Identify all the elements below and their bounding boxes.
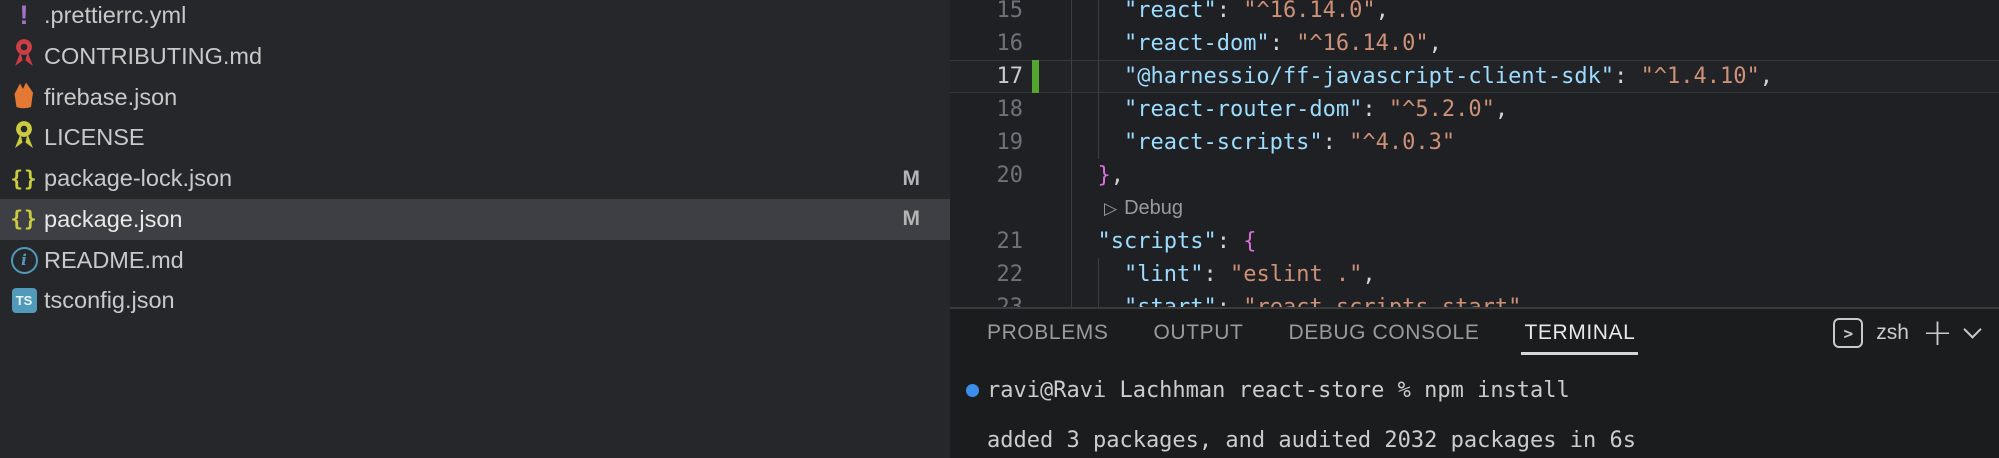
- code-line-23[interactable]: 23 "start": "react-scripts start",: [950, 291, 1999, 307]
- code-line-16[interactable]: 16 "react-dom": "^16.14.0",: [950, 27, 1999, 60]
- code-text: "react-scripts": "^4.0.3": [1071, 126, 1455, 159]
- file-icon-slot: {}: [9, 203, 39, 235]
- code-text: },: [1071, 159, 1124, 192]
- play-outline-icon: ▷: [1104, 199, 1117, 218]
- flame-icon: [11, 79, 37, 115]
- panel-tab-problems[interactable]: PROBLEMS: [987, 309, 1109, 357]
- line-number: 21: [950, 225, 1023, 258]
- panel-tab-output[interactable]: OUTPUT: [1154, 309, 1244, 357]
- code-line-22[interactable]: 22 "lint": "eslint .",: [950, 258, 1999, 291]
- file-name-label: package.json: [44, 206, 183, 233]
- terminal-line: ravi@Ravi Lachhman react-store % npm ins…: [966, 376, 1570, 404]
- code-text: "lint": "eslint .",: [1071, 258, 1376, 291]
- code-line-18[interactable]: 18 "react-router-dom": "^5.2.0",: [950, 93, 1999, 126]
- file-name-label: README.md: [44, 247, 184, 274]
- line-number: 22: [950, 258, 1023, 291]
- file-name-label: package-lock.json: [44, 165, 232, 192]
- line-number: 17: [950, 60, 1023, 93]
- file-icon-slot: [9, 81, 39, 113]
- code-text: "@harnessio/ff-javascript-client-sdk": "…: [1071, 60, 1773, 93]
- code-text: "scripts": {: [1071, 225, 1256, 258]
- file-icon-slot: TS: [9, 285, 39, 317]
- file-name-label: firebase.json: [44, 84, 177, 111]
- line-number: 15: [950, 0, 1023, 27]
- bottom-panel: PROBLEMS OUTPUT DEBUG CONSOLE TERMINAL > zs…: [950, 307, 1999, 458]
- code-line-20[interactable]: 20 },: [950, 159, 1999, 192]
- code-line-15[interactable]: 15 "react": "^16.14.0",: [950, 0, 1999, 27]
- new-terminal-button[interactable]: +: [1922, 320, 1953, 346]
- code-line-19[interactable]: 19 "react-scripts": "^4.0.3": [950, 126, 1999, 159]
- command-decoration-dot-icon[interactable]: [966, 384, 979, 397]
- panel-controls: > zsh +: [1833, 309, 1979, 357]
- line-number: 23: [950, 291, 1023, 307]
- braces-icon: {}: [10, 167, 37, 191]
- file-row-package-lock-json[interactable]: {} package-lock.json M: [0, 158, 950, 199]
- file-icon-slot: !: [9, 0, 39, 32]
- ribbon-icon: [11, 38, 37, 74]
- codelens-debug-link[interactable]: ▷Debug: [1104, 192, 1183, 225]
- file-icon-slot: [9, 40, 39, 72]
- code-text: "react-router-dom": "^5.2.0",: [1071, 93, 1508, 126]
- terminal-text: ravi@Ravi Lachhman react-store % npm ins…: [987, 378, 1570, 403]
- panel-tab-terminal[interactable]: TERMINAL: [1524, 309, 1635, 357]
- file-row-firebase-json[interactable]: firebase.json: [0, 77, 950, 118]
- braces-icon: {}: [10, 207, 37, 231]
- file-row-contributing-md[interactable]: CONTRIBUTING.md: [0, 36, 950, 77]
- file-icon-slot: {}: [9, 163, 39, 195]
- file-name-label: tsconfig.json: [44, 287, 175, 314]
- git-added-gutter-bar: [1032, 60, 1039, 93]
- file-name-label: CONTRIBUTING.md: [44, 43, 262, 70]
- ribbon-icon: [11, 120, 37, 156]
- file-icon-slot: i: [9, 244, 39, 276]
- vscode-window: ! .prettierrc.yml CONTRIBUTING.md firebase.…: [0, 0, 1999, 458]
- code-line-21[interactable]: 21 "scripts": {: [950, 225, 1999, 258]
- code-text: "react": "^16.14.0",: [1071, 0, 1389, 27]
- line-number: 16: [950, 27, 1023, 60]
- file-row-readme-md[interactable]: iREADME.md: [0, 240, 950, 281]
- shell-name-label: zsh: [1876, 321, 1909, 345]
- panel-tab-debug-console[interactable]: DEBUG CONSOLE: [1288, 309, 1479, 357]
- code-line-17[interactable]: 17 "@harnessio/ff-javascript-client-sdk"…: [950, 60, 1999, 93]
- line-number: 18: [950, 93, 1023, 126]
- code-text: "start": "react-scripts start",: [1071, 291, 1535, 307]
- file-row--prettierrc-yml[interactable]: ! .prettierrc.yml: [0, 0, 950, 36]
- explorer-sidebar: ! .prettierrc.yml CONTRIBUTING.md firebase.…: [0, 0, 950, 458]
- file-icon-slot: [9, 122, 39, 154]
- terminal-profile-icon[interactable]: >: [1833, 318, 1863, 348]
- line-number: 20: [950, 159, 1023, 192]
- file-row-package-json[interactable]: {} package.json M: [0, 199, 950, 240]
- terminal-line: added 3 packages, and audited 2032 packa…: [987, 426, 1636, 454]
- info-icon: i: [11, 247, 38, 274]
- git-modified-badge: M: [903, 207, 921, 231]
- file-row-tsconfig-json[interactable]: TS tsconfig.json: [0, 280, 950, 321]
- terminal-text: added 3 packages, and audited 2032 packa…: [987, 428, 1636, 453]
- file-name-label: .prettierrc.yml: [44, 2, 186, 29]
- file-row-license[interactable]: LICENSE: [0, 117, 950, 158]
- prettier-exclamation-icon: !: [20, 2, 29, 29]
- terminal-dropdown-chevron-icon[interactable]: [1963, 320, 1981, 338]
- git-modified-badge: M: [903, 167, 921, 191]
- code-editor[interactable]: 15 "react": "^16.14.0",16 "react-dom": "…: [950, 0, 1999, 307]
- file-name-label: LICENSE: [44, 124, 145, 151]
- typescript-icon: TS: [12, 288, 37, 313]
- code-text: "react-dom": "^16.14.0",: [1071, 27, 1442, 60]
- line-number: 19: [950, 126, 1023, 159]
- panel-tab-bar: PROBLEMS OUTPUT DEBUG CONSOLE TERMINAL: [987, 309, 1635, 357]
